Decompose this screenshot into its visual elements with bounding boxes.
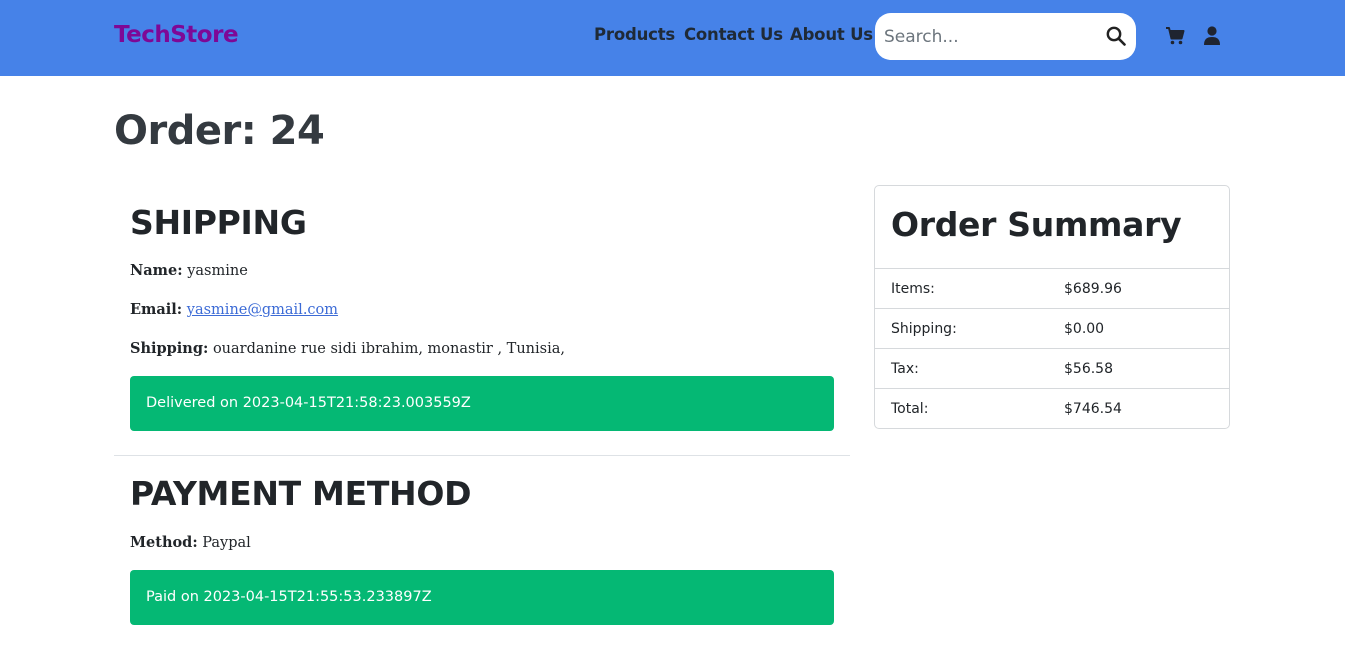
- user-icon[interactable]: [1204, 26, 1220, 46]
- brand-logo[interactable]: TechStore: [114, 22, 239, 48]
- summary-row-tax: Tax: $56.58: [875, 348, 1229, 388]
- method-value: Paypal: [202, 535, 251, 551]
- payment-heading: PAYMENT METHOD: [130, 474, 472, 513]
- cart-icon[interactable]: [1165, 26, 1185, 46]
- shipping-name: Name: yasmine: [130, 262, 248, 279]
- name-value: yasmine: [187, 263, 248, 279]
- order-summary-card: Order Summary Items: $689.96 Shipping: $…: [874, 185, 1230, 429]
- summary-value: $689.96: [1064, 281, 1122, 297]
- payment-method: Method: Paypal: [130, 534, 251, 551]
- summary-value: $0.00: [1064, 321, 1105, 337]
- summary-row-items: Items: $689.96: [875, 268, 1229, 308]
- summary-row-shipping: Shipping: $0.00: [875, 308, 1229, 348]
- nav-link-about-us[interactable]: About Us: [790, 25, 873, 44]
- nav-link-products[interactable]: Products: [594, 25, 675, 44]
- summary-label: Total:: [891, 401, 929, 417]
- search-input[interactable]: [884, 22, 1094, 52]
- search-icon[interactable]: [1106, 26, 1126, 46]
- address-value: ouardanine rue sidi ibrahim, monastir , …: [212, 341, 565, 357]
- method-label: Method:: [130, 534, 198, 551]
- navbar: TechStore Products Contact Us About Us: [0, 0, 1345, 76]
- summary-label: Tax:: [891, 361, 919, 377]
- summary-label: Shipping:: [891, 321, 957, 337]
- email-link[interactable]: yasmine@gmail.com: [187, 302, 338, 318]
- order-summary-title: Order Summary: [891, 205, 1182, 244]
- section-divider: [114, 455, 850, 456]
- shipping-heading: SHIPPING: [130, 203, 307, 242]
- delivered-status-alert: Delivered on 2023-04-15T21:58:23.003559Z: [130, 376, 834, 431]
- name-label: Name:: [130, 262, 183, 279]
- shipping-email: Email: yasmine@gmail.com: [130, 301, 338, 318]
- page-title: Order: 24: [114, 108, 325, 154]
- shipping-address: Shipping: ouardanine rue sidi ibrahim, m…: [130, 340, 565, 357]
- summary-row-total: Total: $746.54: [875, 388, 1229, 428]
- address-label: Shipping:: [130, 340, 209, 357]
- email-label: Email:: [130, 301, 183, 318]
- paid-status-alert: Paid on 2023-04-15T21:55:53.233897Z: [130, 570, 834, 625]
- search-box: [875, 13, 1136, 60]
- summary-value: $746.54: [1064, 401, 1122, 417]
- summary-label: Items:: [891, 281, 935, 297]
- summary-value: $56.58: [1064, 361, 1113, 377]
- nav-link-contact-us[interactable]: Contact Us: [684, 25, 783, 44]
